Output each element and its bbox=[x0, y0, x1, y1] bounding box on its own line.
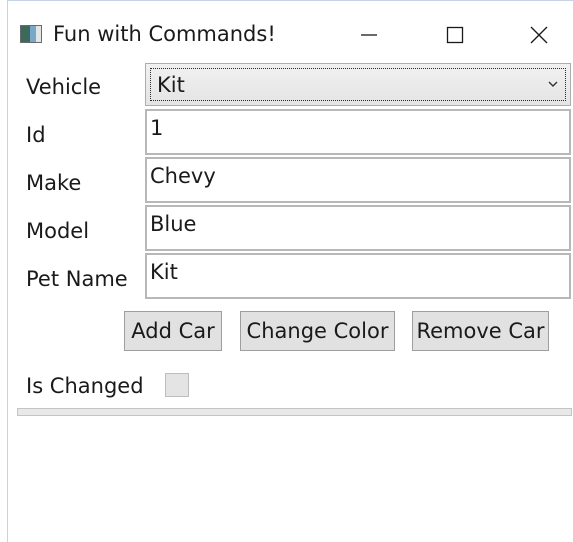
focus-rectangle bbox=[150, 68, 566, 101]
vehicle-combobox[interactable]: Kit bbox=[145, 63, 571, 106]
id-value: 1 bbox=[150, 116, 164, 140]
make-label: Make bbox=[26, 171, 82, 195]
minimize-button[interactable] bbox=[348, 17, 388, 51]
pet-name-field[interactable]: Kit bbox=[145, 253, 571, 299]
chevron-down-icon bbox=[548, 81, 558, 87]
app-window: Fun with Commands! Vehicle Kit Id 1 Make… bbox=[7, 0, 573, 542]
minimize-icon bbox=[361, 34, 377, 36]
id-field[interactable]: 1 bbox=[145, 109, 571, 155]
maximize-icon bbox=[446, 26, 464, 44]
model-field[interactable]: Blue bbox=[145, 205, 571, 251]
model-value: Blue bbox=[150, 212, 197, 236]
remove-car-button[interactable]: Remove Car bbox=[412, 311, 549, 351]
app-window-icon bbox=[20, 25, 42, 43]
add-car-button[interactable]: Add Car bbox=[124, 311, 222, 351]
pet-name-value: Kit bbox=[150, 260, 178, 284]
vehicle-selected-value: Kit bbox=[157, 73, 185, 97]
is-changed-label: Is Changed bbox=[26, 374, 144, 398]
is-changed-checkbox[interactable] bbox=[165, 373, 189, 397]
id-label: Id bbox=[26, 123, 46, 147]
vehicle-label: Vehicle bbox=[26, 75, 102, 99]
model-label: Model bbox=[26, 219, 90, 243]
pet-name-label: Pet Name bbox=[26, 267, 128, 291]
maximize-button[interactable] bbox=[435, 17, 475, 51]
window-title: Fun with Commands! bbox=[53, 22, 276, 46]
title-bar[interactable]: Fun with Commands! bbox=[8, 1, 573, 65]
close-button[interactable] bbox=[520, 17, 560, 51]
separator-bar bbox=[17, 408, 572, 416]
make-value: Chevy bbox=[150, 164, 216, 188]
make-field[interactable]: Chevy bbox=[145, 157, 571, 203]
close-icon bbox=[530, 26, 548, 44]
change-color-button[interactable]: Change Color bbox=[240, 311, 395, 351]
